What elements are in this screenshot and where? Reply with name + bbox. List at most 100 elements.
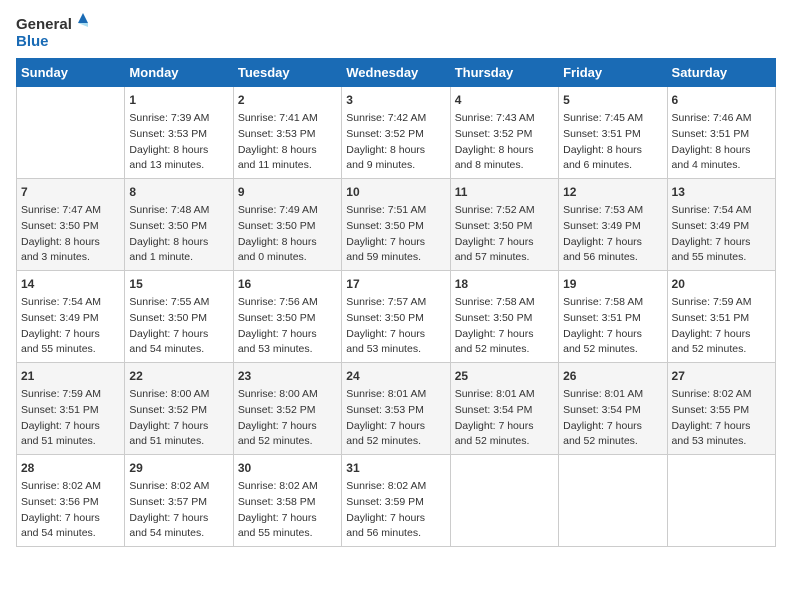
column-header-sunday: Sunday	[17, 59, 125, 87]
calendar-cell: 13 Sunrise: 7:54 AM Sunset: 3:49 PM Dayli…	[667, 179, 775, 271]
calendar-header-row: SundayMondayTuesdayWednesdayThursdayFrid…	[17, 59, 776, 87]
day-number: 11	[455, 183, 554, 201]
day-info: Sunrise: 8:02 AM Sunset: 3:56 PM Dayligh…	[21, 479, 120, 542]
calendar-cell: 14Sunrise: 7:54 AM Sunset: 3:49 PM Dayli…	[17, 271, 125, 363]
day-number: 24	[346, 367, 445, 385]
calendar-cell: 17 Sunrise: 7:57 AM Sunset: 3:50 PM Dayli…	[342, 271, 450, 363]
calendar-week-row: 28 Sunrise: 8:02 AM Sunset: 3:56 PM Dayli…	[17, 455, 776, 547]
day-number: 1	[129, 91, 228, 109]
day-info: Sunrise: 7:42 AM Sunset: 3:52 PM Dayligh…	[346, 111, 445, 174]
logo: General Blue	[16, 16, 72, 50]
day-number: 7	[21, 183, 120, 201]
calendar-cell: 23Sunrise: 8:00 AM Sunset: 3:52 PM Dayli…	[233, 363, 341, 455]
day-number: 25	[455, 367, 554, 385]
calendar-cell: 8 Sunrise: 7:48 AM Sunset: 3:50 PM Daylig…	[125, 179, 233, 271]
calendar-cell: 24 Sunrise: 8:01 AM Sunset: 3:53 PM Dayli…	[342, 363, 450, 455]
calendar-cell: 15Sunrise: 7:55 AM Sunset: 3:50 PM Dayli…	[125, 271, 233, 363]
calendar-cell: 25Sunrise: 8:01 AM Sunset: 3:54 PM Dayli…	[450, 363, 558, 455]
calendar-cell: 3 Sunrise: 7:42 AM Sunset: 3:52 PM Daylig…	[342, 87, 450, 179]
calendar-cell: 31 Sunrise: 8:02 AM Sunset: 3:59 PM Dayli…	[342, 455, 450, 547]
day-number: 23	[238, 367, 337, 385]
calendar-cell	[667, 455, 775, 547]
calendar-cell: 10Sunrise: 7:51 AM Sunset: 3:50 PM Dayli…	[342, 179, 450, 271]
day-number: 6	[672, 91, 771, 109]
day-info: Sunrise: 7:52 AM Sunset: 3:50 PM Dayligh…	[455, 203, 554, 266]
day-number: 27	[672, 367, 771, 385]
logo-text-block: General Blue	[16, 16, 72, 50]
calendar-week-row: 21Sunrise: 7:59 AM Sunset: 3:51 PM Dayli…	[17, 363, 776, 455]
day-info: Sunrise: 7:55 AM Sunset: 3:50 PM Dayligh…	[129, 295, 228, 358]
column-header-tuesday: Tuesday	[233, 59, 341, 87]
day-info: Sunrise: 8:01 AM Sunset: 3:53 PM Dayligh…	[346, 387, 445, 450]
day-number: 3	[346, 91, 445, 109]
day-number: 2	[238, 91, 337, 109]
day-info: Sunrise: 8:02 AM Sunset: 3:55 PM Dayligh…	[672, 387, 771, 450]
calendar-cell: 4Sunrise: 7:43 AM Sunset: 3:52 PM Daylig…	[450, 87, 558, 179]
day-info: Sunrise: 7:59 AM Sunset: 3:51 PM Dayligh…	[672, 295, 771, 358]
calendar-cell: 26 Sunrise: 8:01 AM Sunset: 3:54 PM Dayli…	[559, 363, 667, 455]
day-info: Sunrise: 7:45 AM Sunset: 3:51 PM Dayligh…	[563, 111, 662, 174]
day-info: Sunrise: 7:41 AM Sunset: 3:53 PM Dayligh…	[238, 111, 337, 174]
day-info: Sunrise: 7:58 AM Sunset: 3:51 PM Dayligh…	[563, 295, 662, 358]
column-header-wednesday: Wednesday	[342, 59, 450, 87]
day-number: 5	[563, 91, 662, 109]
day-number: 30	[238, 459, 337, 477]
column-header-saturday: Saturday	[667, 59, 775, 87]
day-number: 20	[672, 275, 771, 293]
day-number: 28	[21, 459, 120, 477]
day-info: Sunrise: 8:02 AM Sunset: 3:58 PM Dayligh…	[238, 479, 337, 542]
day-info: Sunrise: 7:51 AM Sunset: 3:50 PM Dayligh…	[346, 203, 445, 266]
calendar-table: SundayMondayTuesdayWednesdayThursdayFrid…	[16, 58, 776, 547]
calendar-cell: 20 Sunrise: 7:59 AM Sunset: 3:51 PM Dayli…	[667, 271, 775, 363]
calendar-cell	[450, 455, 558, 547]
column-header-thursday: Thursday	[450, 59, 558, 87]
day-number: 13	[672, 183, 771, 201]
calendar-cell: 16Sunrise: 7:56 AM Sunset: 3:50 PM Dayli…	[233, 271, 341, 363]
day-number: 22	[129, 367, 228, 385]
calendar-cell: 6 Sunrise: 7:46 AM Sunset: 3:51 PM Daylig…	[667, 87, 775, 179]
calendar-cell: 11 Sunrise: 7:52 AM Sunset: 3:50 PM Dayli…	[450, 179, 558, 271]
day-info: Sunrise: 7:48 AM Sunset: 3:50 PM Dayligh…	[129, 203, 228, 266]
day-number: 26	[563, 367, 662, 385]
calendar-week-row: 1 Sunrise: 7:39 AM Sunset: 3:53 PM Daylig…	[17, 87, 776, 179]
page-header: General Blue	[16, 16, 776, 50]
day-info: Sunrise: 8:01 AM Sunset: 3:54 PM Dayligh…	[563, 387, 662, 450]
calendar-cell: 27 Sunrise: 8:02 AM Sunset: 3:55 PM Dayli…	[667, 363, 775, 455]
day-info: Sunrise: 8:00 AM Sunset: 3:52 PM Dayligh…	[129, 387, 228, 450]
day-info: Sunrise: 7:57 AM Sunset: 3:50 PM Dayligh…	[346, 295, 445, 358]
calendar-cell: 21Sunrise: 7:59 AM Sunset: 3:51 PM Dayli…	[17, 363, 125, 455]
calendar-cell	[559, 455, 667, 547]
day-number: 17	[346, 275, 445, 293]
calendar-week-row: 7 Sunrise: 7:47 AM Sunset: 3:50 PM Daylig…	[17, 179, 776, 271]
day-info: Sunrise: 8:02 AM Sunset: 3:59 PM Dayligh…	[346, 479, 445, 542]
calendar-cell: 1 Sunrise: 7:39 AM Sunset: 3:53 PM Daylig…	[125, 87, 233, 179]
day-info: Sunrise: 7:39 AM Sunset: 3:53 PM Dayligh…	[129, 111, 228, 174]
calendar-cell: 7 Sunrise: 7:47 AM Sunset: 3:50 PM Daylig…	[17, 179, 125, 271]
day-number: 29	[129, 459, 228, 477]
calendar-cell: 19Sunrise: 7:58 AM Sunset: 3:51 PM Dayli…	[559, 271, 667, 363]
calendar-cell: 5 Sunrise: 7:45 AM Sunset: 3:51 PM Daylig…	[559, 87, 667, 179]
calendar-cell: 2 Sunrise: 7:41 AM Sunset: 3:53 PM Daylig…	[233, 87, 341, 179]
day-info: Sunrise: 7:53 AM Sunset: 3:49 PM Dayligh…	[563, 203, 662, 266]
day-info: Sunrise: 7:46 AM Sunset: 3:51 PM Dayligh…	[672, 111, 771, 174]
day-number: 12	[563, 183, 662, 201]
calendar-cell: 12 Sunrise: 7:53 AM Sunset: 3:49 PM Dayli…	[559, 179, 667, 271]
calendar-cell: 30 Sunrise: 8:02 AM Sunset: 3:58 PM Dayli…	[233, 455, 341, 547]
day-info: Sunrise: 7:54 AM Sunset: 3:49 PM Dayligh…	[21, 295, 120, 358]
day-info: Sunrise: 8:02 AM Sunset: 3:57 PM Dayligh…	[129, 479, 228, 542]
day-number: 31	[346, 459, 445, 477]
day-number: 16	[238, 275, 337, 293]
day-number: 4	[455, 91, 554, 109]
calendar-cell: 18Sunrise: 7:58 AM Sunset: 3:50 PM Dayli…	[450, 271, 558, 363]
day-info: Sunrise: 7:54 AM Sunset: 3:49 PM Dayligh…	[672, 203, 771, 266]
calendar-week-row: 14Sunrise: 7:54 AM Sunset: 3:49 PM Dayli…	[17, 271, 776, 363]
column-header-friday: Friday	[559, 59, 667, 87]
calendar-cell: 22 Sunrise: 8:00 AM Sunset: 3:52 PM Dayli…	[125, 363, 233, 455]
day-number: 8	[129, 183, 228, 201]
day-number: 21	[21, 367, 120, 385]
column-header-monday: Monday	[125, 59, 233, 87]
day-info: Sunrise: 7:47 AM Sunset: 3:50 PM Dayligh…	[21, 203, 120, 266]
day-info: Sunrise: 7:49 AM Sunset: 3:50 PM Dayligh…	[238, 203, 337, 266]
calendar-cell	[17, 87, 125, 179]
calendar-cell: 9Sunrise: 7:49 AM Sunset: 3:50 PM Daylig…	[233, 179, 341, 271]
